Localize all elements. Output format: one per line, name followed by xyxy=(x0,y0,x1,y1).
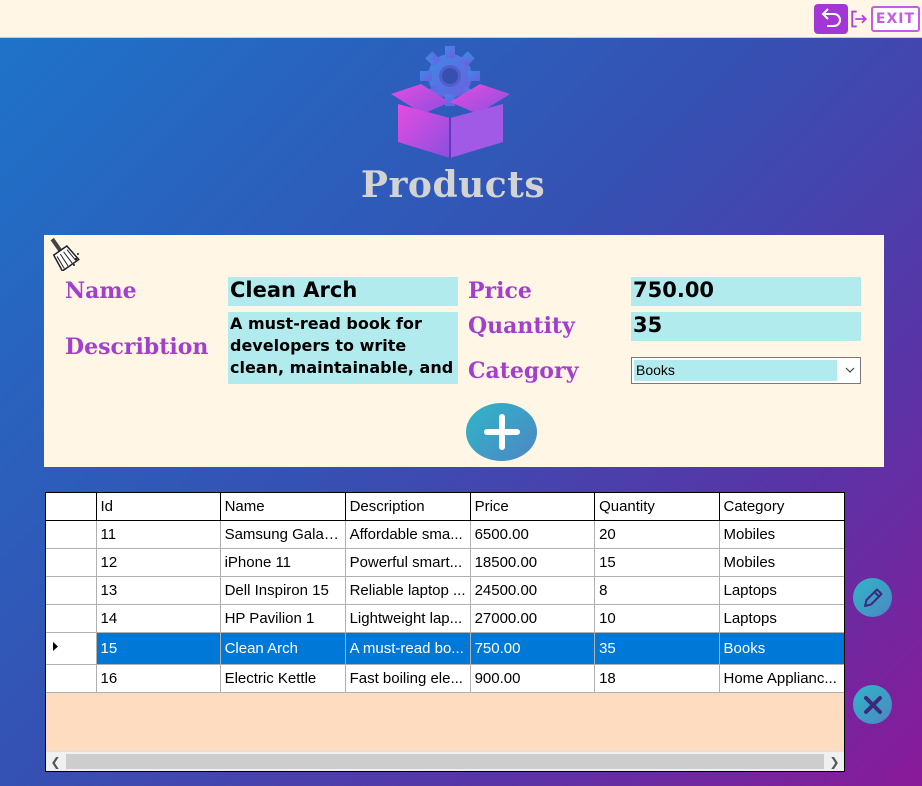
cell-id[interactable]: 12 xyxy=(96,548,221,577)
scrollbar-thumb[interactable] xyxy=(66,754,824,769)
cell-category[interactable]: Mobiles xyxy=(719,520,844,549)
table-row[interactable]: 13 Dell Inspiron 15 Reliable laptop ... … xyxy=(46,576,844,605)
cell-quantity[interactable]: 10 xyxy=(594,604,720,633)
column-header-name[interactable]: Name xyxy=(220,493,346,521)
exit-button[interactable]: EXIT xyxy=(850,4,920,34)
products-grid[interactable]: Id Name Description Price Quantity Categ… xyxy=(45,492,845,772)
quantity-label: Quantity xyxy=(468,313,575,339)
horizontal-scrollbar[interactable]: ❮ ❯ xyxy=(46,751,844,771)
cell-id[interactable]: 13 xyxy=(96,576,221,605)
table-row[interactable]: 11 Samsung Galax... Affordable sma... 65… xyxy=(46,520,844,549)
category-select[interactable]: Books xyxy=(631,357,861,384)
row-pointer-icon xyxy=(53,641,58,651)
description-label: Describtion xyxy=(65,334,209,360)
cell-name[interactable]: iPhone 11 xyxy=(220,548,346,577)
add-product-button[interactable] xyxy=(466,403,537,461)
cell-price[interactable]: 18500.00 xyxy=(470,548,596,577)
pencil-icon xyxy=(863,588,882,607)
table-row[interactable]: 16 Electric Kettle Fast boiling ele... 9… xyxy=(46,664,844,693)
cell-description[interactable]: Powerful smart... xyxy=(345,548,471,577)
exit-label: EXIT xyxy=(870,6,920,32)
row-header[interactable] xyxy=(46,632,97,665)
undo-arrow-icon xyxy=(821,8,841,27)
cell-id[interactable]: 11 xyxy=(96,520,221,549)
cell-price[interactable]: 900.00 xyxy=(470,664,596,693)
cell-category[interactable]: Laptops xyxy=(719,604,844,633)
row-header[interactable] xyxy=(46,576,97,605)
cell-description[interactable]: A must-read bo... xyxy=(345,632,471,665)
plus-icon xyxy=(483,414,520,450)
row-header[interactable] xyxy=(46,664,97,693)
row-header[interactable] xyxy=(46,520,97,549)
quantity-field[interactable]: 35 xyxy=(631,312,861,341)
cell-quantity[interactable]: 18 xyxy=(594,664,720,693)
description-field[interactable]: A must-read book for developers to write… xyxy=(228,312,458,384)
cell-name[interactable]: Electric Kettle xyxy=(220,664,346,693)
column-header-id[interactable]: Id xyxy=(96,493,221,521)
cell-name[interactable]: HP Pavilion 1 xyxy=(220,604,346,633)
category-label: Category xyxy=(468,358,579,384)
row-header[interactable] xyxy=(46,604,97,633)
exit-door-icon xyxy=(851,10,867,28)
cell-description[interactable]: Lightweight lap... xyxy=(345,604,471,633)
column-header-category[interactable]: Category xyxy=(719,493,844,521)
header-row: Id Name Description Price Quantity Categ… xyxy=(46,493,844,521)
cell-quantity[interactable]: 35 xyxy=(594,632,720,665)
title-bar: EXIT xyxy=(0,0,922,38)
main-panel: Products Name Clean Arch Describtion A m… xyxy=(0,38,922,786)
product-box-gear-icon xyxy=(391,46,510,158)
category-selected-value: Books xyxy=(634,360,837,381)
edit-product-button[interactable] xyxy=(853,578,892,617)
row-header[interactable] xyxy=(46,548,97,577)
cell-id[interactable]: 14 xyxy=(96,604,221,633)
column-header-price[interactable]: Price xyxy=(470,493,596,521)
product-form: Name Clean Arch Describtion A must-read … xyxy=(44,235,884,467)
column-header-quantity[interactable]: Quantity xyxy=(594,493,720,521)
delete-product-button[interactable] xyxy=(853,685,892,724)
cell-id[interactable]: 15 xyxy=(96,632,221,665)
cell-description[interactable]: Fast boiling ele... xyxy=(345,664,471,693)
row-header-corner xyxy=(46,493,97,521)
price-field[interactable]: 750.00 xyxy=(631,277,861,306)
chevron-down-icon xyxy=(845,367,855,373)
cell-category[interactable]: Home Applianc... xyxy=(719,664,844,693)
page-title: Products xyxy=(360,164,546,206)
table-row[interactable]: 12 iPhone 11 Powerful smart... 18500.00 … xyxy=(46,548,844,577)
price-label: Price xyxy=(468,278,532,304)
back-button[interactable] xyxy=(814,4,848,34)
cell-id[interactable]: 16 xyxy=(96,664,221,693)
cell-quantity[interactable]: 8 xyxy=(594,576,720,605)
scroll-left-icon[interactable]: ❮ xyxy=(46,752,65,771)
cell-name[interactable]: Dell Inspiron 15 xyxy=(220,576,346,605)
cell-name[interactable]: Samsung Galax... xyxy=(220,520,346,549)
cell-category[interactable]: Books xyxy=(719,632,844,665)
cell-description[interactable]: Affordable sma... xyxy=(345,520,471,549)
cell-price[interactable]: 24500.00 xyxy=(470,576,596,605)
cell-description[interactable]: Reliable laptop ... xyxy=(345,576,471,605)
cell-price[interactable]: 6500.00 xyxy=(470,520,596,549)
cell-category[interactable]: Laptops xyxy=(719,576,844,605)
cell-price[interactable]: 27000.00 xyxy=(470,604,596,633)
cell-price[interactable]: 750.00 xyxy=(470,632,596,665)
cell-name[interactable]: Clean Arch xyxy=(220,632,346,665)
table-row[interactable]: 14 HP Pavilion 1 Lightweight lap... 2700… xyxy=(46,604,844,633)
broom-icon[interactable] xyxy=(44,235,80,271)
x-icon xyxy=(863,695,882,714)
scroll-right-icon[interactable]: ❯ xyxy=(825,752,844,771)
products-table: Id Name Description Price Quantity Categ… xyxy=(46,493,844,693)
cell-quantity[interactable]: 15 xyxy=(594,548,720,577)
table-row-selected[interactable]: 15 Clean Arch A must-read bo... 750.00 3… xyxy=(46,632,844,665)
name-label: Name xyxy=(65,278,137,304)
cell-quantity[interactable]: 20 xyxy=(594,520,720,549)
column-header-description[interactable]: Description xyxy=(345,493,471,521)
cell-category[interactable]: Mobiles xyxy=(719,548,844,577)
name-field[interactable]: Clean Arch xyxy=(228,277,458,306)
